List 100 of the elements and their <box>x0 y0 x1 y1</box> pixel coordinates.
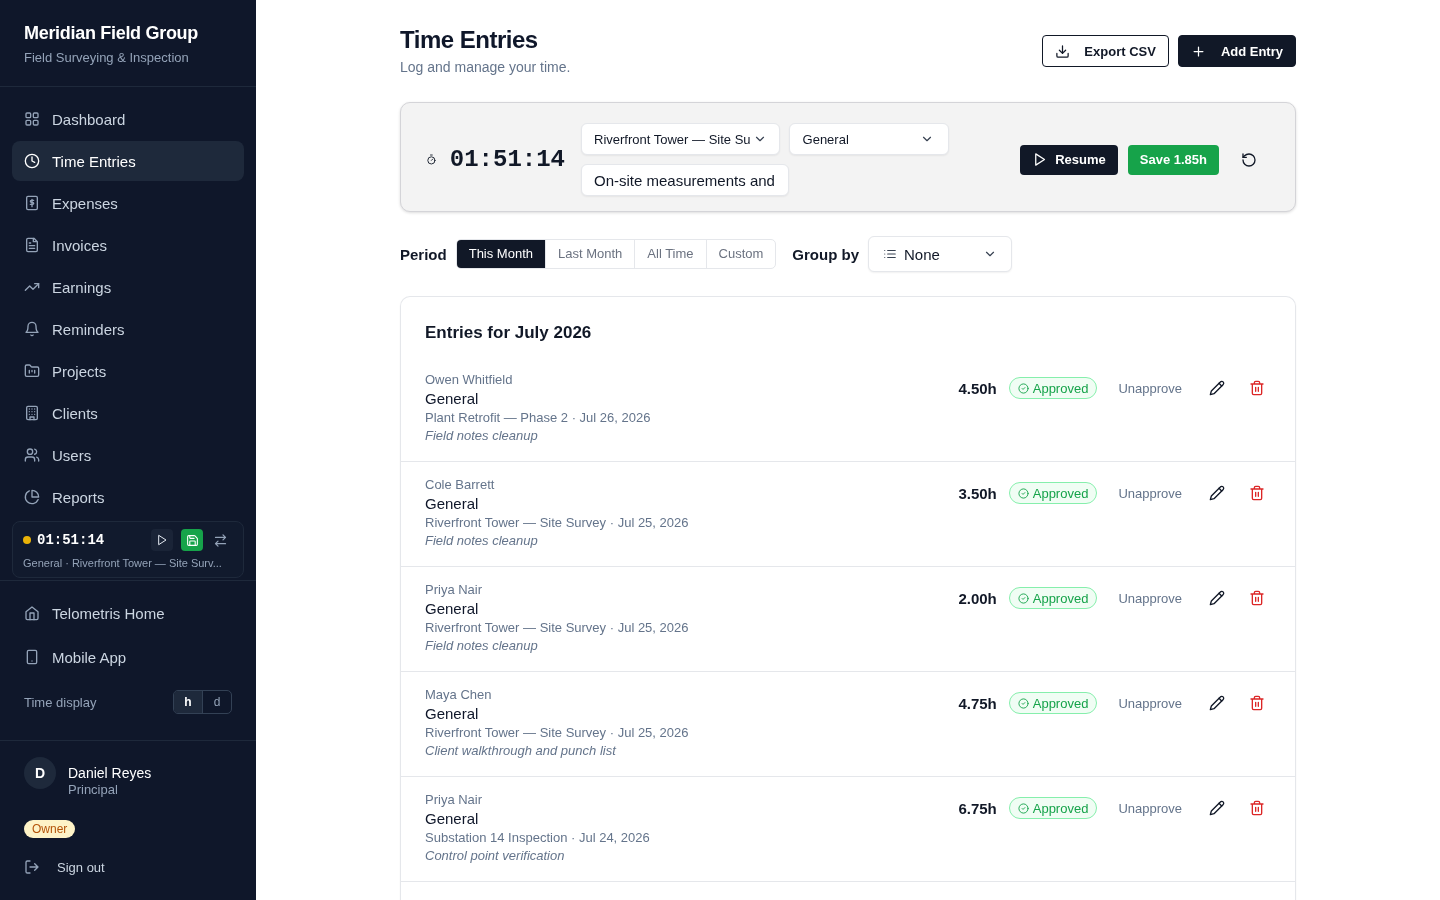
check-circle-icon <box>1017 802 1029 814</box>
period-tab[interactable]: Last Month <box>545 240 635 268</box>
page-title: Time Entries <box>400 25 539 55</box>
status-label: Approved <box>1032 800 1089 816</box>
entry-user: Priya Nair <box>425 791 484 809</box>
nav-item[interactable]: Dashboard <box>12 99 244 139</box>
nav-item[interactable]: Time Entries <box>12 141 244 181</box>
nav-link[interactable]: Telometris Home <box>12 591 244 635</box>
unapprove-link[interactable]: Unapprove <box>1118 800 1182 816</box>
nav-item[interactable]: Reminders <box>12 309 244 349</box>
building-icon <box>24 405 40 421</box>
sign-out-button[interactable]: Sign out <box>24 857 105 877</box>
swap-arrows-icon <box>212 532 228 548</box>
entries-title: Entries for July 2026 <box>424 322 593 344</box>
timer-readout: 01:51:14 <box>37 532 105 548</box>
nav-item[interactable]: Clients <box>12 393 244 433</box>
save-button[interactable] <box>181 529 203 551</box>
nav-item[interactable]: Invoices <box>12 225 244 265</box>
entry-meta: Substation 14 Inspection · Jul 24, 2026 <box>425 829 650 847</box>
timer-summary: General · Riverfront Tower — Site Surv... <box>23 556 223 570</box>
check-circle-icon <box>1017 697 1029 709</box>
entry-note: Control point verification <box>425 847 566 865</box>
period-label: Period <box>400 245 447 263</box>
period-tab[interactable]: All Time <box>634 240 706 268</box>
entry-user: Priya Nair <box>425 581 484 599</box>
nav-item[interactable]: Projects <box>12 351 244 391</box>
entry-category: General <box>425 389 480 409</box>
pencil-icon <box>1209 485 1225 501</box>
nav-item[interactable]: Users <box>12 435 244 475</box>
description-field[interactable]: On-site measurements and <box>581 164 789 196</box>
entry-user: Cole Barrett <box>425 476 496 494</box>
nav-link[interactable]: Mobile App <box>12 635 244 679</box>
receipt-icon <box>24 195 40 211</box>
group-by-select[interactable]: None <box>868 236 1013 272</box>
document-icon <box>24 237 40 253</box>
unapprove-link[interactable]: Unapprove <box>1118 485 1182 501</box>
user-name: Daniel Reyes <box>68 764 152 782</box>
export-button[interactable]: Export CSV <box>1042 35 1169 67</box>
entry-hours: 4.50h <box>958 379 997 397</box>
entry-category: General <box>425 809 480 829</box>
period-tab[interactable]: This Month <box>456 240 545 268</box>
entry-meta: Riverfront Tower — Site Survey · Jul 25, 2026 <box>425 619 689 637</box>
entry-note: Field notes cleanup <box>425 427 539 445</box>
play-button[interactable] <box>151 529 173 551</box>
trash-icon <box>1249 380 1265 396</box>
pencil-icon <box>1209 380 1225 396</box>
clock-icon <box>24 153 40 169</box>
nav-item[interactable]: Reports <box>12 477 244 517</box>
unit-option[interactable]: h <box>174 691 202 713</box>
plus-icon <box>1190 43 1206 59</box>
add-entry-button[interactable]: Add Entry <box>1177 35 1296 67</box>
entry-note: Client walkthrough and punch list <box>425 742 618 760</box>
entry-user: Maya Chen <box>425 686 493 704</box>
page-subtitle: Log and manage your time. <box>400 58 571 77</box>
role-badge: Owner <box>24 820 76 838</box>
project-select[interactable]: Riverfront Tower — Site Su <box>581 123 780 155</box>
sign-out-icon <box>24 859 40 875</box>
nav-item[interactable]: Expenses <box>12 183 244 223</box>
trash-icon <box>1249 590 1265 606</box>
pencil-icon <box>1209 590 1225 606</box>
entry-hours: 2.00h <box>958 589 997 607</box>
unit-option[interactable]: d <box>202 691 231 713</box>
time-display-label: Time display <box>24 694 97 710</box>
entry-user: Owen Whitfield <box>425 371 514 389</box>
grid-icon <box>24 111 40 127</box>
trash-icon <box>1249 485 1265 501</box>
entry-meta: Riverfront Tower — Site Survey · Jul 25, 2026 <box>425 514 689 532</box>
save-icon <box>185 533 199 547</box>
check-circle-icon <box>1017 382 1029 394</box>
entry-note: Field notes cleanup <box>425 532 539 550</box>
unapprove-link[interactable]: Unapprove <box>1118 695 1182 711</box>
download-icon <box>1055 43 1071 59</box>
nav-item[interactable]: Earnings <box>12 267 244 307</box>
entry-hours: 3.50h <box>958 484 997 502</box>
unapprove-link[interactable]: Unapprove <box>1118 380 1182 396</box>
bell-icon <box>24 321 40 337</box>
phone-icon <box>24 649 40 665</box>
reset-icon <box>1241 151 1257 168</box>
unapprove-link[interactable]: Unapprove <box>1118 590 1182 606</box>
play-icon <box>156 534 168 546</box>
pie-chart-icon <box>24 489 40 505</box>
entry-meta: Riverfront Tower — Site Survey · Jul 25, 2026 <box>425 724 689 742</box>
entry-category: General <box>425 494 480 514</box>
status-label: Approved <box>1032 380 1089 396</box>
home-icon <box>24 605 40 621</box>
list-icon <box>883 247 898 261</box>
check-circle-icon <box>1017 487 1029 499</box>
status-label: Approved <box>1032 695 1089 711</box>
users-icon <box>24 447 40 463</box>
resume-button[interactable]: Resume <box>1020 144 1118 175</box>
category-select[interactable]: General <box>788 123 949 155</box>
entry-note: Field notes cleanup <box>425 637 539 655</box>
period-tab[interactable]: Custom <box>705 240 776 268</box>
stopwatch-icon <box>426 152 437 167</box>
status-label: Approved <box>1032 485 1089 501</box>
user-role: Principal <box>68 782 119 798</box>
trash-icon <box>1249 695 1265 711</box>
brand-tagline: Field Surveying & Inspection <box>24 49 190 67</box>
play-icon <box>1032 152 1048 167</box>
entry-hours: 6.75h <box>958 799 997 817</box>
